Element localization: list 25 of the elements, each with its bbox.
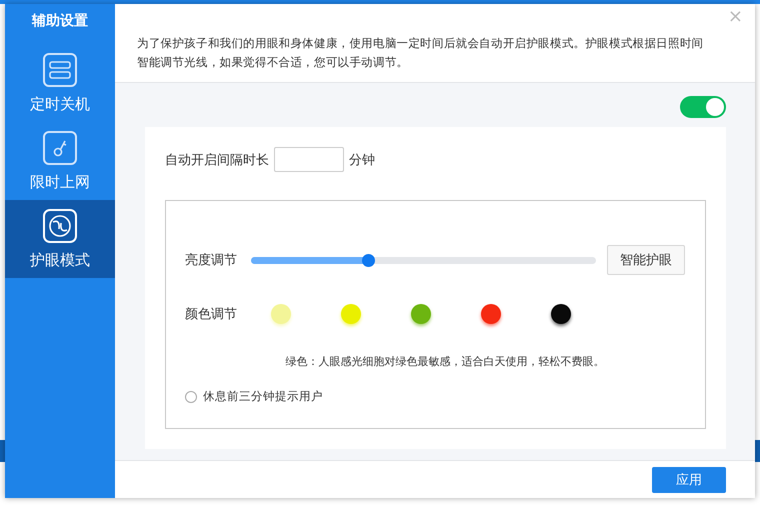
color-swatch[interactable] <box>271 304 291 324</box>
brightness-label: 亮度调节 <box>185 252 237 269</box>
radio-button[interactable] <box>185 390 197 402</box>
slider-thumb[interactable] <box>362 254 376 266</box>
remind-label: 休息前三分钟提示用户 <box>203 389 323 404</box>
sidebar-title: 辅助设置 <box>30 12 89 31</box>
color-swatch[interactable] <box>341 304 361 324</box>
color-label: 颜色调节 <box>185 306 238 323</box>
color-swatch[interactable] <box>551 304 571 324</box>
sidebar-item[interactable]: 限时上网 <box>5 122 115 200</box>
smart-eye-button[interactable]: 智能护眼 <box>607 245 685 275</box>
sidebar-item[interactable]: 定时关机 <box>5 44 115 122</box>
apply-button[interactable]: 应用 <box>652 466 726 492</box>
interval-label: 自动开启间隔时长 <box>165 152 269 168</box>
color-swatch[interactable] <box>411 304 431 324</box>
sidebar-item[interactable]: 护眼模式 <box>5 200 115 278</box>
brightness-slider[interactable] <box>251 256 596 264</box>
toggle-switch[interactable] <box>680 96 726 118</box>
color-swatch[interactable] <box>481 304 501 324</box>
color-note: 绿色：人眼感光细胞对绿色最敏感，适合白天使用，轻松不费眼。 <box>284 354 606 369</box>
panels-icon <box>43 52 77 86</box>
description-text: 为了保护孩子和我们的用眼和身体健康，使用电脑一定时间后就会自动开启护眼模式。护眼模式根据日照时间智能调节光线，如果觉得不合适，您可以手动调节。 <box>137 36 704 69</box>
key-icon <box>43 130 77 164</box>
interval-field[interactable] <box>274 147 344 172</box>
unit-label: 分钟 <box>349 152 375 168</box>
